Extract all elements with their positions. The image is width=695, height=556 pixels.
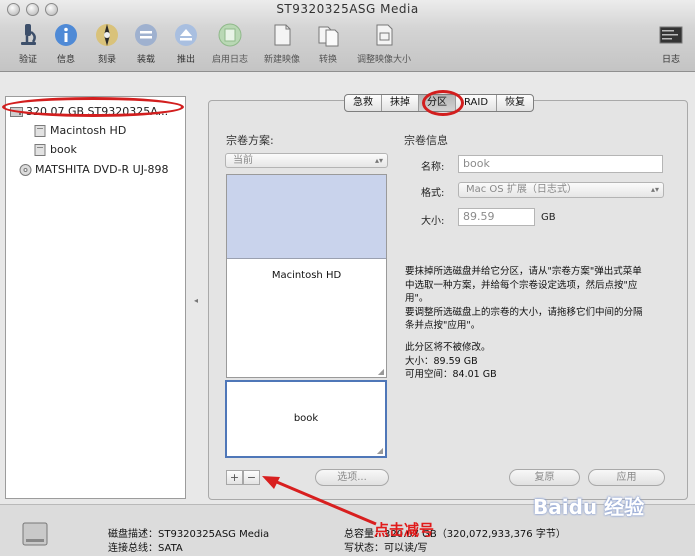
size-unit: GB — [541, 212, 556, 223]
connection-bus: 连接总线：SATA — [108, 543, 183, 554]
burn-disc-icon — [96, 24, 118, 46]
partition-book-selected[interactable]: book ◢ — [225, 380, 387, 458]
convert-toolbar-button[interactable]: 转换 — [305, 22, 351, 65]
volume-scheme-popup[interactable]: 当前 ▴▾ — [225, 153, 388, 168]
optical-drive-icon — [19, 164, 32, 176]
annotation-click-minus: 点击减号 — [374, 521, 435, 539]
annotation-ellipse-partition-tab — [422, 90, 464, 116]
instruction-line: 条并点按"应用"。 — [405, 320, 481, 331]
name-label: 名称: — [421, 162, 445, 173]
partition-book: book — [293, 413, 319, 424]
enable-log-toolbar-button[interactable]: 启用日志 — [207, 22, 253, 65]
sidebar-item-label: Macintosh HD — [50, 124, 127, 137]
instruction-line: 中选取一种方案，并给每个宗卷设定选项，然后点按"应 — [405, 279, 638, 291]
popup-arrows-icon: ▴▾ — [650, 185, 659, 194]
status-line: 大小：89.59 GB — [405, 355, 478, 367]
instruction-line: 要调整所选磁盘上的宗卷的大小，请拖移它们中间的分隔 — [405, 306, 643, 318]
toolbar-label: 信息 — [56, 55, 75, 65]
instruction-line: 要抹掉所选磁盘并给它分区，请从"宗卷方案"弹出式菜单 — [405, 266, 642, 277]
add-partition-button[interactable]: + — [226, 470, 243, 485]
hard-disk-large-icon — [22, 522, 48, 546]
volume-item-book[interactable]: book — [34, 142, 77, 158]
eject-icon — [175, 24, 197, 46]
instruction-line: 用"。 — [405, 293, 429, 304]
apply-button[interactable]: 应用 — [588, 469, 665, 486]
convert-icon — [318, 26, 339, 47]
volume-icon — [34, 144, 46, 156]
format-label: 格式: — [421, 188, 445, 199]
revert-button[interactable]: 复原 — [509, 469, 580, 486]
disk-list: 320.07 GB ST9320325A... Macintosh HD boo… — [5, 96, 186, 499]
disk-description: 磁盘描述：ST9320325ASG Media — [108, 529, 270, 540]
toolbar-label: 新建映像 — [263, 55, 300, 65]
info-icon — [55, 24, 77, 46]
status-line: 可用空间：84.01 GB — [405, 369, 497, 380]
mount-icon — [135, 24, 157, 46]
console-log-icon — [659, 26, 683, 44]
volume-size-field[interactable]: 89.59 — [458, 208, 535, 226]
volume-name-field[interactable]: book — [458, 155, 663, 173]
status-line: 此分区将不被修改。 — [405, 342, 491, 353]
annotation-ellipse-disk — [2, 97, 184, 117]
tab-restore[interactable]: 恢复 — [497, 95, 533, 111]
volume-info-title: 宗卷信息 — [404, 134, 448, 147]
format-value: Mac OS 扩展（日志式） — [466, 184, 577, 195]
resize-handle-icon[interactable]: ◢ — [377, 446, 383, 455]
tab-erase[interactable]: 抹掉 — [382, 95, 419, 111]
popup-arrows-icon: ▴▾ — [374, 156, 383, 165]
info-toolbar-button[interactable]: 信息 — [43, 22, 89, 65]
toolbar-label: 启用日志 — [211, 55, 248, 65]
resize-handle-icon[interactable]: ◢ — [378, 367, 384, 376]
partition-status: 此分区将不被修改。 大小：89.59 GB 可用空间：84.01 GB — [405, 341, 497, 382]
partition-instructions: 要抹掉所选磁盘并给它分区，请从"宗卷方案"弹出式菜单 中选取一种方案，并给每个宗… — [405, 265, 643, 333]
watermark-text: Baidu 经验 — [533, 495, 645, 519]
partition-layout: Macintosh HD ◢ — [226, 174, 387, 378]
free-space-segment[interactable] — [227, 175, 386, 259]
partition-macintosh-hd[interactable]: Macintosh HD — [227, 270, 386, 281]
volume-item-macintosh-hd[interactable]: Macintosh HD — [34, 123, 126, 139]
baidu-watermark: Baidu 经验 — [533, 489, 693, 521]
write-status: 写状态：可以读/写 — [344, 543, 428, 554]
window-title: ST9320325ASG Media — [276, 2, 419, 16]
log-icon — [218, 23, 242, 47]
toolbar-label: 调整映像大小 — [356, 55, 411, 65]
toolbar-label: 转换 — [318, 55, 337, 65]
tab-first-aid[interactable]: 急救 — [345, 95, 382, 111]
sidebar-item-label: MATSHITA DVD-R UJ-898 — [35, 163, 169, 176]
volume-scheme-value: 当前 — [233, 155, 253, 166]
size-label: 大小: — [421, 216, 445, 227]
resize-image-icon — [376, 24, 393, 46]
sidebar-item-label: book — [50, 143, 77, 156]
volume-scheme-label: 宗卷方案: — [226, 134, 274, 147]
new-image-icon — [274, 24, 291, 46]
window-toolbar: ST9320325ASG Media 验证 信息 刻录 装载 推出 启用日志 新… — [0, 0, 695, 72]
annotation-arrow-icon — [262, 476, 377, 526]
eject-toolbar-button[interactable]: 推出 — [163, 22, 209, 65]
format-popup[interactable]: Mac OS 扩展（日志式） ▴▾ — [458, 182, 664, 198]
disk-item-dvd[interactable]: MATSHITA DVD-R UJ-898 — [19, 162, 169, 178]
microscope-icon — [21, 24, 36, 45]
log-toolbar-button[interactable]: 日志 — [652, 22, 690, 65]
resize-image-toolbar-button[interactable]: 调整映像大小 — [352, 22, 416, 65]
toolbar-label: 日志 — [661, 55, 680, 65]
split-view-grip-icon[interactable]: ◂ — [194, 296, 198, 305]
toolbar-label: 推出 — [176, 55, 195, 65]
new-image-toolbar-button[interactable]: 新建映像 — [259, 22, 305, 65]
volume-icon — [34, 125, 46, 137]
